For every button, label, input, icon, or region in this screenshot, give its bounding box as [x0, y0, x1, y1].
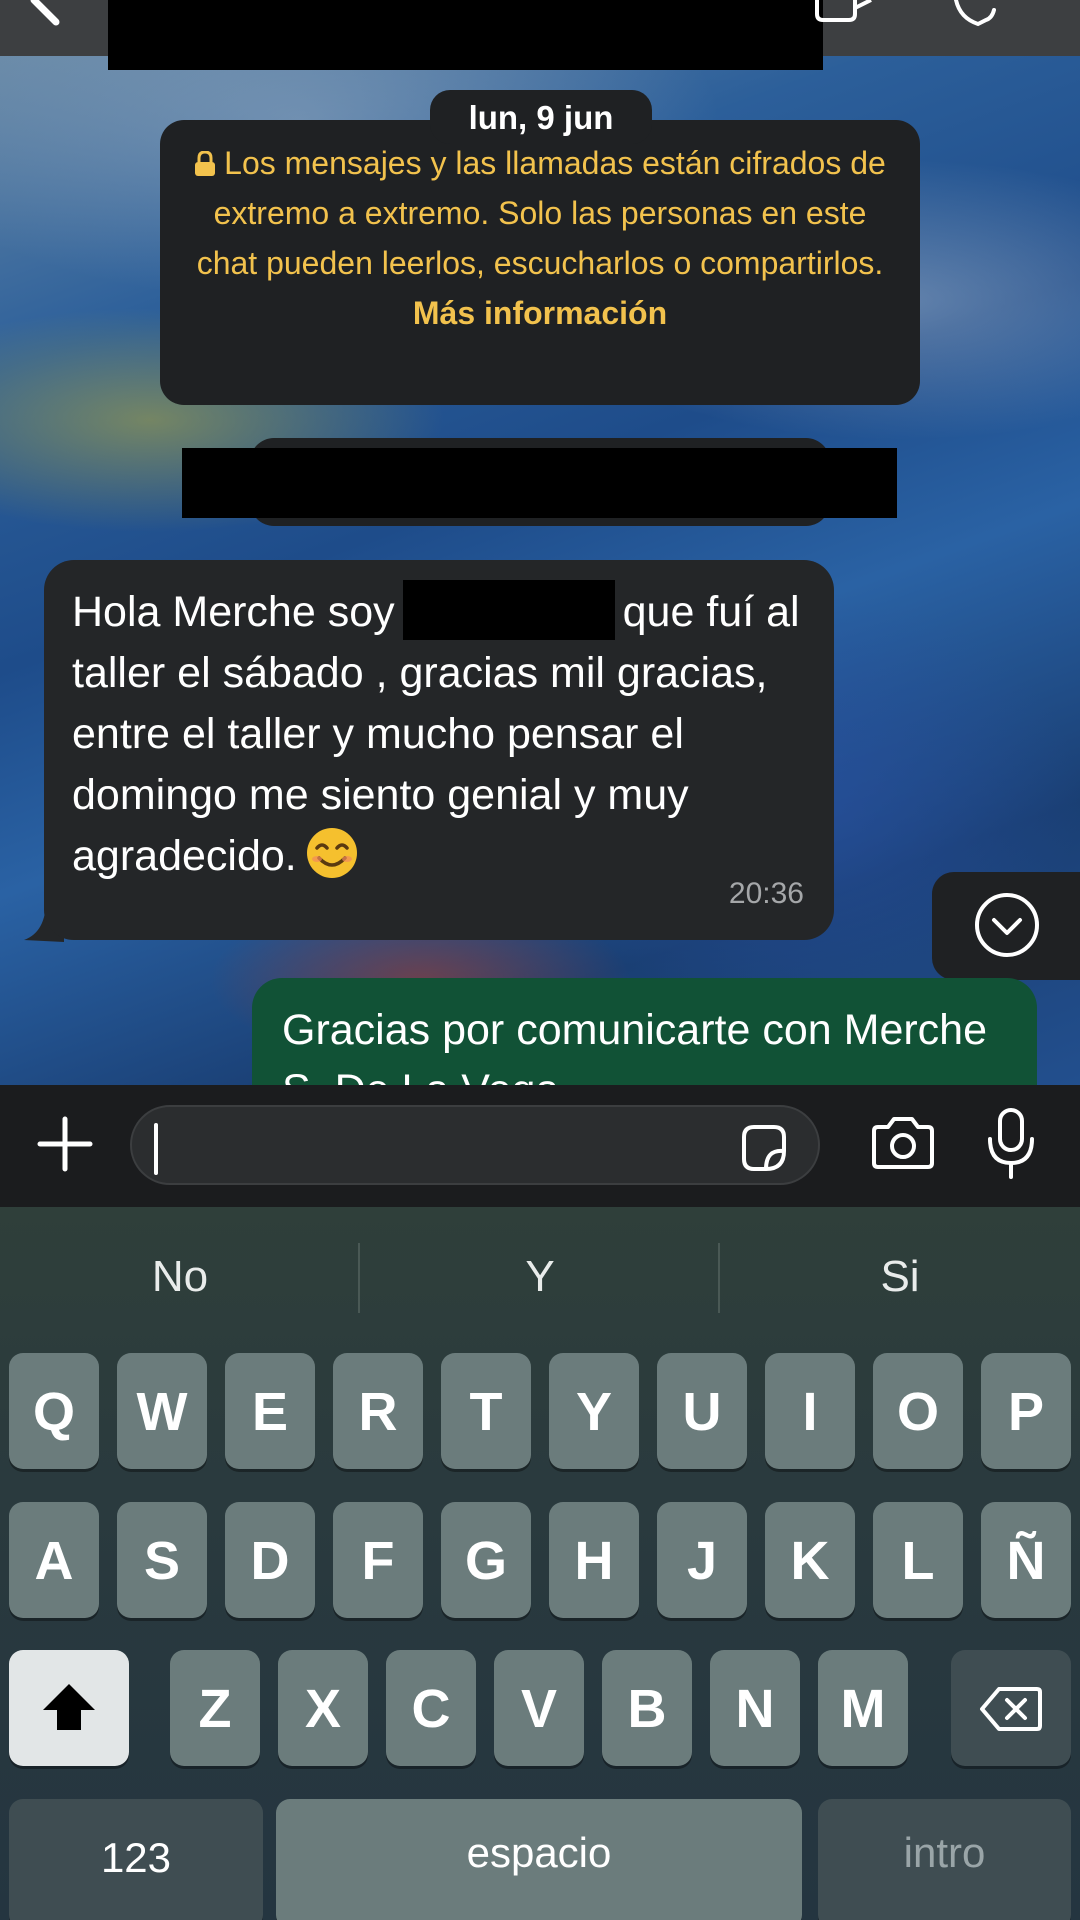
- key[interactable]: R: [333, 1353, 423, 1469]
- voice-call-icon[interactable]: [950, 0, 1010, 28]
- more-info-link[interactable]: Más información: [413, 295, 667, 331]
- message-timestamp: 20:36: [728, 877, 804, 910]
- suggestion-3[interactable]: Si: [720, 1207, 1080, 1347]
- key[interactable]: I: [765, 1353, 855, 1469]
- key[interactable]: L: [873, 1502, 963, 1618]
- date-separator: lun, 9 jun: [430, 90, 652, 144]
- scroll-to-bottom-button[interactable]: [932, 872, 1080, 980]
- encryption-notice-text: Los mensajes y las llamadas están cifrad…: [196, 145, 886, 281]
- key[interactable]: M: [818, 1650, 908, 1766]
- message-composer: [0, 1085, 1080, 1207]
- video-call-icon[interactable]: [815, 0, 875, 26]
- key[interactable]: D: [225, 1502, 315, 1618]
- key[interactable]: S: [117, 1502, 207, 1618]
- key[interactable]: V: [494, 1650, 584, 1766]
- camera-icon[interactable]: [870, 1115, 936, 1171]
- chevron-down-circle-icon: [975, 893, 1039, 957]
- key[interactable]: P: [981, 1353, 1071, 1469]
- chat-header: [0, 0, 1080, 70]
- message-input[interactable]: [154, 1115, 714, 1175]
- key[interactable]: X: [278, 1650, 368, 1766]
- key[interactable]: T: [441, 1353, 531, 1469]
- lock-icon: [195, 151, 216, 176]
- redacted-contact-name: [108, 0, 823, 70]
- key[interactable]: G: [441, 1502, 531, 1618]
- key[interactable]: B: [602, 1650, 692, 1766]
- numbers-key[interactable]: 123: [9, 1799, 263, 1920]
- on-screen-keyboard: No Y Si Q W E R T Y U I O P A S D F G H …: [0, 1207, 1080, 1920]
- smiling-face-emoji-icon: [306, 828, 357, 878]
- message-input-container[interactable]: [130, 1105, 820, 1185]
- back-arrow-icon[interactable]: [26, 0, 66, 30]
- space-key[interactable]: espacio: [276, 1799, 802, 1920]
- key[interactable]: N: [710, 1650, 800, 1766]
- key[interactable]: Y: [549, 1353, 639, 1469]
- key[interactable]: Z: [170, 1650, 260, 1766]
- key[interactable]: E: [225, 1353, 315, 1469]
- key[interactable]: J: [657, 1502, 747, 1618]
- text-cursor: [154, 1123, 158, 1175]
- microphone-icon[interactable]: [985, 1107, 1037, 1181]
- key[interactable]: U: [657, 1353, 747, 1469]
- suggestion-2[interactable]: Y: [360, 1207, 720, 1347]
- suggestion-1[interactable]: No: [0, 1207, 360, 1347]
- key[interactable]: F: [333, 1502, 423, 1618]
- key[interactable]: A: [9, 1502, 99, 1618]
- key[interactable]: Ñ: [981, 1502, 1071, 1618]
- predictive-suggestions-bar: No Y Si: [0, 1207, 1080, 1347]
- backspace-key[interactable]: [951, 1650, 1071, 1766]
- return-key[interactable]: intro: [818, 1799, 1071, 1920]
- redacted-system-message: [182, 448, 897, 518]
- encryption-notice[interactable]: Los mensajes y las llamadas están cifrad…: [160, 120, 920, 405]
- key[interactable]: O: [873, 1353, 963, 1469]
- incoming-message-bubble[interactable]: Hola Merche soy que fuí al taller el sába…: [44, 560, 834, 940]
- message-text-part-1: Hola Merche soy: [72, 588, 395, 636]
- key[interactable]: Q: [9, 1353, 99, 1469]
- shift-key[interactable]: [9, 1650, 129, 1766]
- shift-arrow-icon: [43, 1684, 95, 1730]
- backspace-icon: [980, 1687, 1042, 1731]
- sticker-icon[interactable]: [736, 1121, 790, 1175]
- key[interactable]: K: [765, 1502, 855, 1618]
- key[interactable]: H: [549, 1502, 639, 1618]
- key[interactable]: C: [386, 1650, 476, 1766]
- redacted-sender-name: [402, 580, 615, 640]
- key[interactable]: W: [117, 1353, 207, 1469]
- plus-icon[interactable]: [36, 1115, 94, 1173]
